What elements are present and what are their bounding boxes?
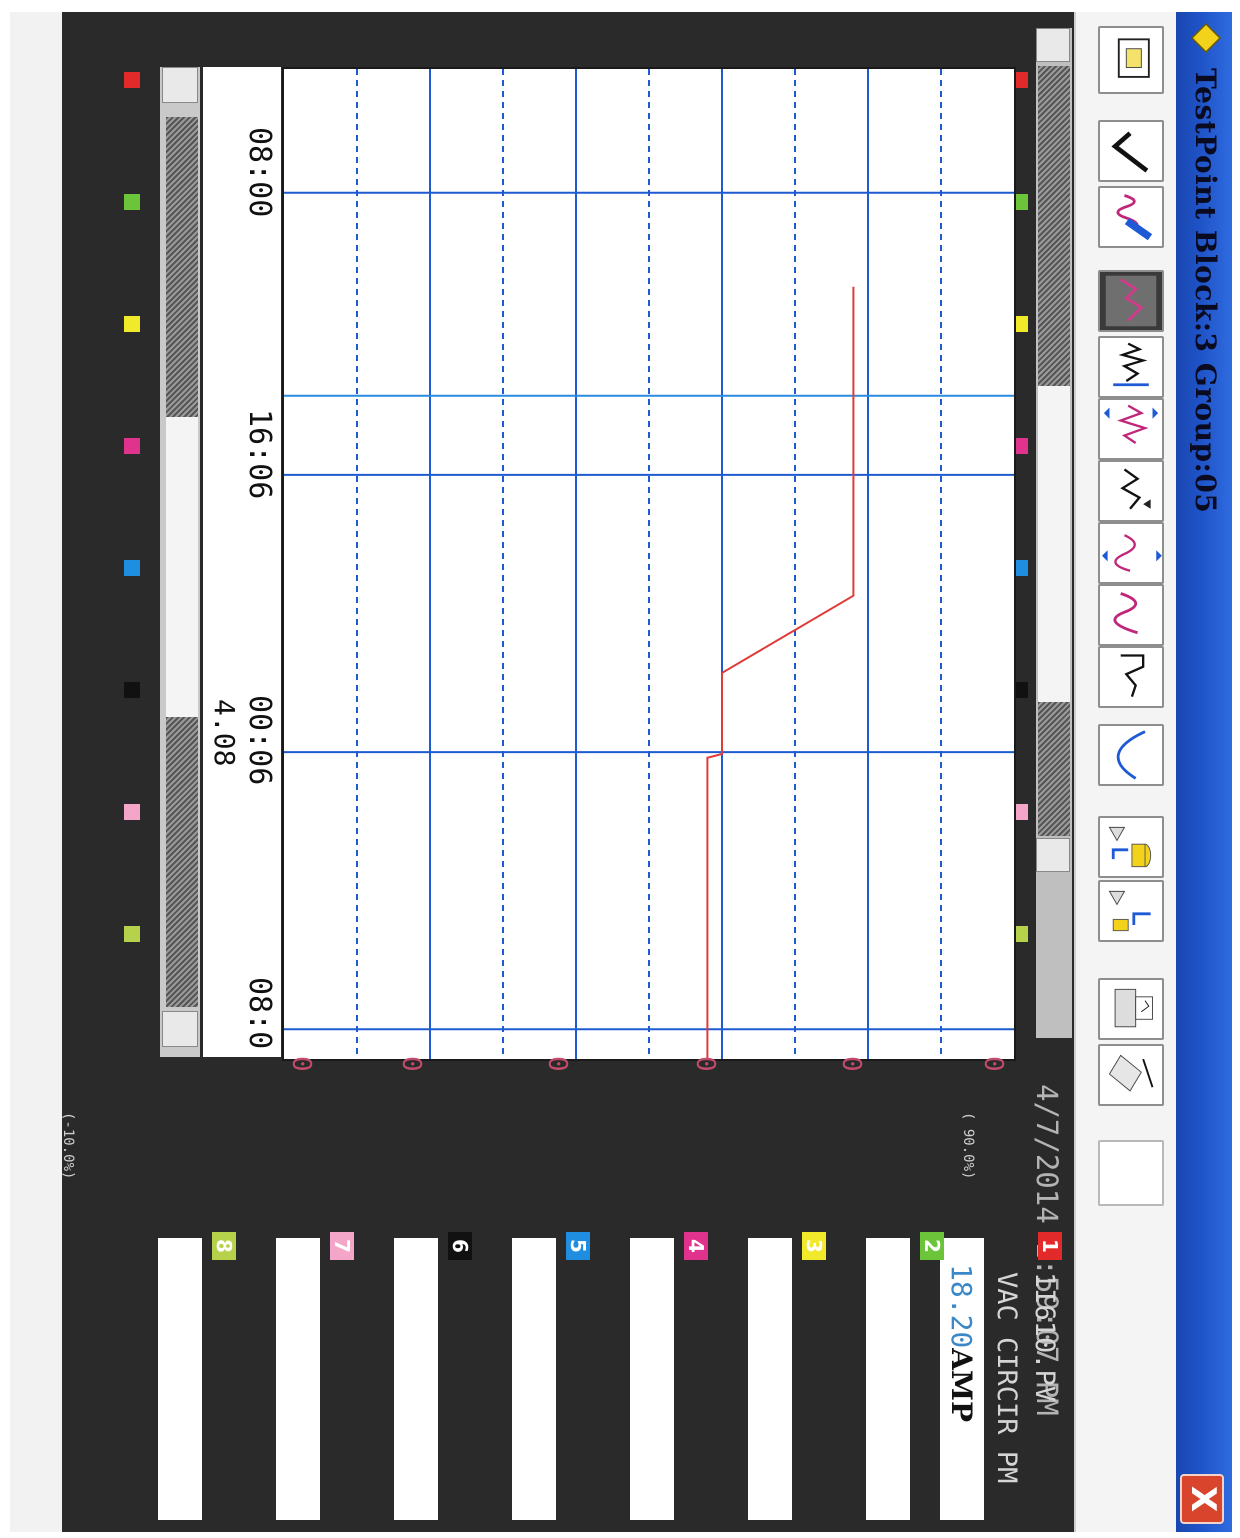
trend-cursor-icon[interactable]	[1098, 336, 1164, 398]
channel-value-box-5	[512, 1238, 556, 1520]
channel-badge-2: 2	[920, 1232, 944, 1260]
scroll-left-icon[interactable]	[162, 67, 198, 103]
scroll-thumb-left[interactable]	[1038, 702, 1070, 836]
time-scroll-track[interactable]	[166, 417, 198, 717]
status-strip	[10, 12, 62, 1532]
scale-zero-2: 0	[836, 1056, 866, 1072]
channel-row-5[interactable]: 5	[478, 1232, 590, 1532]
channel-row-4[interactable]: 4	[596, 1232, 708, 1532]
channel-badge-4: 4	[684, 1232, 708, 1260]
scale-note-bottom: (-10.0%)	[60, 1112, 76, 1180]
pen-marker-6-bottom[interactable]	[124, 682, 140, 698]
time-label-3: 00:06	[242, 695, 277, 786]
channel-row-3[interactable]: 3	[714, 1232, 826, 1532]
channel-desc-1: VAC CIRCIR PM	[991, 1272, 1022, 1484]
vertical-scrollbar[interactable]	[1036, 28, 1072, 1038]
title-bar[interactable]: TestPoint Block:3 Group:05 X	[1176, 12, 1232, 1532]
trend-arrows-icon[interactable]	[1098, 460, 1164, 522]
pen-markers-bottom	[120, 72, 140, 1062]
scale-note-top: ( 90.0%)	[960, 1112, 976, 1180]
channel-row-7[interactable]: 7	[242, 1232, 354, 1532]
trend-chart	[284, 69, 1014, 1059]
channel-value-1: 18.20AMP	[945, 1264, 978, 1423]
scale-zero-1: 0	[978, 1056, 1008, 1072]
app-icon	[1190, 22, 1222, 54]
check-icon[interactable]	[1098, 120, 1164, 182]
pen-marker-1-bottom[interactable]	[124, 72, 140, 88]
export-icon[interactable]	[1098, 1044, 1164, 1106]
trend-filled-icon[interactable]	[1098, 270, 1164, 332]
channel-row-8[interactable]: 8	[124, 1232, 236, 1532]
channel-tag-1: 1I610.PV	[1029, 1272, 1060, 1403]
channel-value-box-8	[158, 1238, 202, 1520]
time-scroll-thumb-a[interactable]	[166, 117, 198, 417]
blank-icon[interactable]	[1098, 1140, 1164, 1206]
curve-icon[interactable]	[1098, 724, 1164, 786]
trend-sweep-icon[interactable]	[1098, 646, 1164, 708]
window-title: TestPoint Block:3 Group:05	[1189, 68, 1222, 514]
time-label-2: 16:06	[242, 409, 277, 500]
trend-window: TestPoint Block:3 Group:05 X 4/7/2014 1:…	[10, 12, 1232, 1532]
time-axis: 08:00 16:06 00:06 4.08 08:0	[203, 67, 281, 1057]
pen-marker-3-bottom[interactable]	[124, 316, 140, 332]
scale-zero-6: 0	[286, 1056, 316, 1072]
channel-row-2[interactable]: 2	[832, 1232, 944, 1532]
channel-row-1[interactable]: 1 1I610.PV VAC CIRCIR PM 18.20AMP	[940, 1232, 1062, 1532]
pen-marker-8-bottom[interactable]	[124, 926, 140, 942]
channel-badge-6: 6	[448, 1232, 472, 1260]
toolbar	[1074, 12, 1176, 1532]
channel-badge-1: 1	[1038, 1232, 1062, 1260]
pen-marker-4-bottom[interactable]	[124, 438, 140, 454]
scroll-right-icon[interactable]	[162, 1011, 198, 1047]
channel-value-box-4	[630, 1238, 674, 1520]
channel-badge-7: 7	[330, 1232, 354, 1260]
time-scrollbar[interactable]	[160, 67, 200, 1057]
trend-series-1	[706, 286, 855, 1059]
channel-value-box-7	[276, 1238, 320, 1520]
scale-zero-3: 0	[690, 1056, 720, 1072]
channel-row-6[interactable]: 6	[360, 1232, 472, 1532]
pen-marker-5-bottom[interactable]	[124, 560, 140, 576]
trend-plot[interactable]	[282, 67, 1016, 1061]
save-db-icon[interactable]	[1098, 816, 1164, 878]
channel-badge-3: 3	[802, 1232, 826, 1260]
scale-zero-5: 0	[396, 1056, 426, 1072]
pen-trend-icon[interactable]	[1098, 186, 1164, 248]
channel-badge-8: 8	[212, 1232, 236, 1260]
cursor-value: 4.08	[208, 699, 241, 767]
view-icon[interactable]	[1098, 26, 1164, 94]
scroll-track[interactable]	[1038, 386, 1070, 702]
close-button[interactable]: X	[1180, 1474, 1224, 1524]
channel-list: 1 1I610.PV VAC CIRCIR PM 18.20AMP 2 3 4 …	[12, 1232, 1072, 1532]
channel-value-box-3	[748, 1238, 792, 1520]
y-scale: 0 0 0 0 0 0	[286, 1052, 1016, 1092]
trend-wave-icon[interactable]	[1098, 584, 1164, 646]
scroll-thumb-right[interactable]	[1038, 66, 1070, 386]
channel-value-box-2	[866, 1238, 910, 1520]
load-db-icon[interactable]	[1098, 880, 1164, 942]
scale-zero-4: 0	[542, 1056, 572, 1072]
scroll-up-icon[interactable]	[1036, 28, 1070, 62]
channel-value-box-1: 18.20AMP	[940, 1238, 984, 1520]
channel-badge-5: 5	[566, 1232, 590, 1260]
pen-marker-7-bottom[interactable]	[124, 804, 140, 820]
print-icon[interactable]	[1098, 978, 1164, 1040]
time-label-4: 08:0	[242, 977, 277, 1050]
trend-vertical-zoom-icon[interactable]	[1098, 398, 1164, 460]
channel-value-box-6	[394, 1238, 438, 1520]
trend-expand-icon[interactable]	[1098, 522, 1164, 584]
scroll-down-icon[interactable]	[1036, 838, 1070, 872]
time-scroll-thumb-b[interactable]	[166, 717, 198, 1007]
pen-marker-2-bottom[interactable]	[124, 194, 140, 210]
time-label-1: 08:00	[242, 127, 277, 218]
